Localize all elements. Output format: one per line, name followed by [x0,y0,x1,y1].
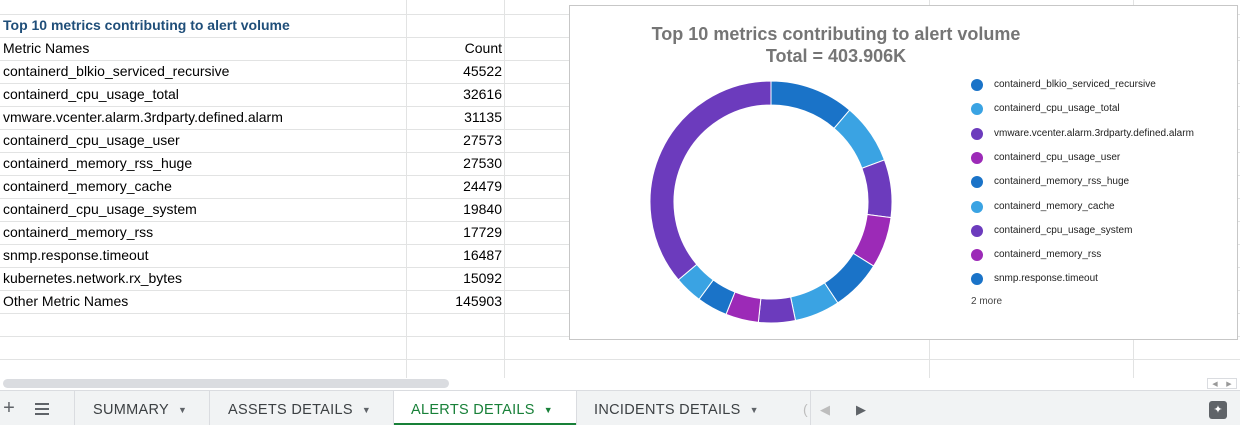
chevron-down-icon: ▼ [361,405,372,415]
legend-label: containerd_cpu_usage_system [994,224,1133,236]
chevron-down-icon: ▼ [749,405,759,415]
tab-label: SUMMARY [93,402,169,418]
hamburger-icon[interactable] [32,391,52,425]
tab-assets-details[interactable]: ASSETS DETAILS ▼ [228,391,371,425]
metric-count-cell[interactable]: 27530 [406,152,502,175]
tab-label: ALERTS DETAILS [411,402,535,418]
horizontal-scrollbar-thumb[interactable] [3,379,449,388]
legend-label: vmware.vcenter.alarm.3rdparty.defined.al… [994,127,1194,139]
scroll-arrows[interactable]: ◀ ▶ [1207,378,1237,389]
metric-count-cell[interactable]: 16487 [406,244,502,267]
metric-count-cell[interactable]: 24479 [406,175,502,198]
legend-swatch [971,249,983,262]
column-header-metric-names[interactable]: Metric Names [3,37,89,60]
plus-icon[interactable]: + [0,391,18,425]
legend-label: containerd_blkio_serviced_recursive [994,79,1156,90]
metric-count-cell[interactable]: 15092 [406,267,502,290]
legend-label: snmp.response.timeout [994,273,1098,285]
chevron-down-icon: ▼ [177,405,188,415]
metric-count-cell[interactable]: 45522 [406,60,502,83]
legend-label: containerd_cpu_usage_total [994,103,1120,115]
metric-name-cell[interactable]: snmp.response.timeout [3,244,149,267]
legend-label: containerd_cpu_usage_user [994,151,1121,163]
donut-svg [649,80,893,324]
legend-swatch [971,127,983,140]
metric-name-cell[interactable]: vmware.vcenter.alarm.3rdparty.defined.al… [3,106,283,129]
metric-count-cell[interactable]: 31135 [406,106,502,129]
donut-slice[interactable] [833,109,886,169]
table-title-cell[interactable]: Top 10 metrics contributing to alert vol… [3,14,290,37]
metric-name-cell[interactable]: containerd_cpu_usage_user [3,129,180,152]
partial-tab-edge: ( [803,401,808,417]
tab-label: INCIDENTS DETAILS [594,402,741,418]
metric-name-cell[interactable]: containerd_memory_rss_huge [3,152,192,175]
legend-swatch [971,176,983,189]
legend-more-link[interactable]: 2 more [971,296,1002,307]
column-header-count[interactable]: Count [406,37,502,60]
donut-chart[interactable]: Top 10 metrics contributing to alert vol… [569,5,1238,340]
donut-slice[interactable] [861,159,893,219]
metric-name-cell[interactable]: containerd_memory_rss [3,221,153,244]
scroll-left-icon[interactable]: ◀ [1212,380,1217,388]
legend-swatch [971,273,983,286]
tab-incidents-details[interactable]: INCIDENTS DETAILS ▼ [594,391,759,425]
grid-row-line [0,359,1240,360]
scroll-right-icon[interactable]: ▶ [1226,380,1231,388]
chevron-right-icon[interactable]: ▶ [856,391,866,425]
sheet-tab-bar: + SUMMARY ▼ ASSETS DETAILS ▼ ALERTS DETAIL… [0,390,1240,425]
metric-name-cell[interactable]: Other Metric Names [3,290,128,313]
legend-label: containerd_memory_rss_huge [994,176,1130,188]
grid-column-line [504,0,505,378]
metric-count-cell[interactable]: 19840 [406,198,502,221]
metric-count-cell[interactable]: 27573 [406,129,502,152]
legend-swatch [971,200,983,213]
tab-summary[interactable]: SUMMARY ▼ [93,391,187,425]
legend-swatch [971,151,983,164]
chevron-down-icon: ▼ [543,405,553,415]
metric-name-cell[interactable]: containerd_blkio_serviced_recursive [3,60,229,83]
tab-alerts-details[interactable]: ALERTS DETAILS ▼ [394,391,576,425]
metric-name-cell[interactable]: containerd_memory_cache [3,175,172,198]
explore-sparkle-icon[interactable]: ✦ [1209,401,1227,419]
chevron-left-icon[interactable]: ◀ [820,391,830,425]
legend-swatch [971,79,983,91]
metric-name-cell[interactable]: containerd_cpu_usage_total [3,83,179,106]
legend-label: containerd_memory_rss [994,249,1102,261]
donut-slice[interactable] [757,296,797,324]
metric-count-cell[interactable]: 145903 [406,290,502,313]
metric-name-cell[interactable]: kubernetes.network.rx_bytes [3,267,182,290]
legend-swatch [971,224,983,237]
donut-slice[interactable] [649,80,772,281]
metric-count-cell[interactable]: 32616 [406,83,502,106]
donut-slice[interactable] [770,80,851,130]
legend-label: containerd_memory_cache [994,200,1115,212]
metric-name-cell[interactable]: containerd_cpu_usage_system [3,198,197,221]
tab-label: ASSETS DETAILS [228,402,353,418]
metric-count-cell[interactable]: 17729 [406,221,502,244]
legend-swatch [971,103,983,116]
